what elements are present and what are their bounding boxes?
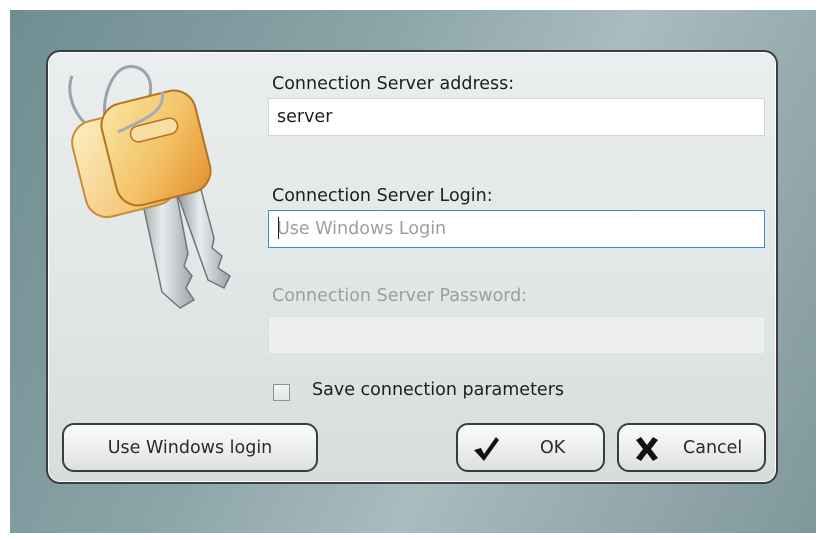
use-windows-login-button[interactable]: Use Windows login <box>62 423 318 472</box>
use-windows-login-label: Use Windows login <box>107 437 273 458</box>
x-icon <box>636 437 658 461</box>
server-address-label: Connection Server address: <box>272 74 515 94</box>
ok-button[interactable]: OK <box>456 423 605 472</box>
server-password-input <box>268 316 765 354</box>
save-parameters-checkbox[interactable] <box>273 384 290 401</box>
server-login-input[interactable] <box>268 210 765 248</box>
ok-label: OK <box>540 438 566 458</box>
save-parameters-label[interactable]: Save connection parameters <box>312 380 564 400</box>
server-address-input[interactable] <box>268 98 765 136</box>
keys-icon <box>68 65 231 309</box>
screen: Connection Server address: Connection Se… <box>0 0 819 540</box>
server-password-label: Connection Server Password: <box>272 286 528 306</box>
cancel-label: Cancel <box>683 438 743 458</box>
text-caret <box>278 217 279 239</box>
checkmark-icon <box>474 437 499 461</box>
cancel-button[interactable]: Cancel <box>617 423 766 472</box>
server-login-label: Connection Server Login: <box>272 186 493 206</box>
